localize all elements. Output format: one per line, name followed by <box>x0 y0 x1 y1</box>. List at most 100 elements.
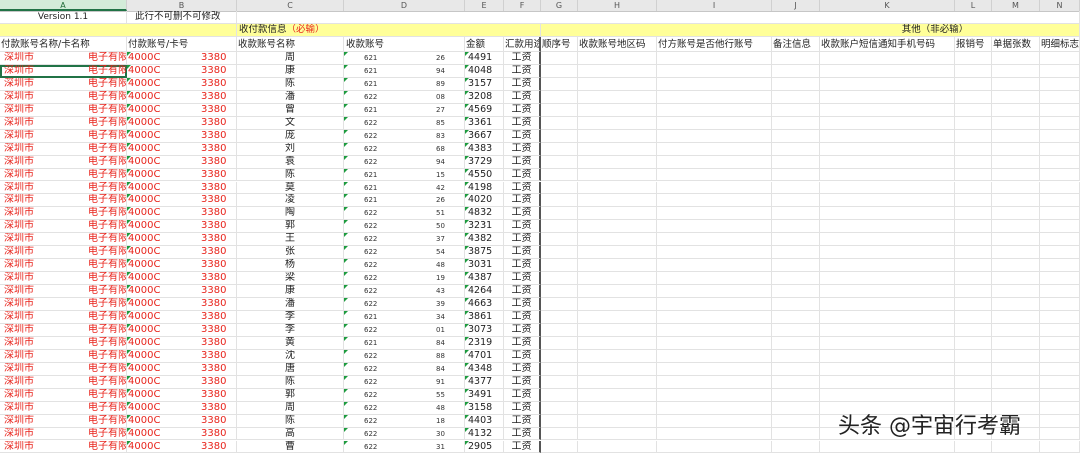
empty-cell-h[interactable] <box>578 220 657 234</box>
amount-cell[interactable]: 3208 <box>465 90 504 104</box>
empty-cell-l[interactable] <box>955 90 992 104</box>
empty-cell-j[interactable] <box>772 116 820 130</box>
payer-account-cell[interactable]: 4000C 3380 <box>127 52 237 65</box>
amount-cell[interactable]: 3231 <box>465 220 504 234</box>
empty-cell-n[interactable] <box>1040 155 1080 169</box>
empty-cell-m[interactable] <box>992 298 1040 311</box>
payer-name-cell[interactable]: 深圳市 电子有限 <box>0 64 127 78</box>
column-header-j[interactable]: J <box>772 0 820 11</box>
payee-account-cell[interactable]: 622 31 <box>344 440 465 453</box>
empty-cell-i[interactable] <box>657 323 772 337</box>
empty-cell-n[interactable] <box>1040 220 1080 234</box>
empty-cell-h[interactable] <box>578 155 657 169</box>
empty-cell-g[interactable] <box>541 246 578 260</box>
payee-name-cell[interactable]: 杨 <box>237 259 344 273</box>
column-header-c[interactable]: C <box>237 0 344 11</box>
field-header-g[interactable]: 顺序号 <box>541 37 578 52</box>
empty-cell-m[interactable] <box>992 168 1040 182</box>
purpose-cell[interactable]: 工资 <box>504 103 541 117</box>
empty-cell-n[interactable] <box>1040 207 1080 221</box>
empty-cell-g[interactable] <box>541 207 578 221</box>
empty-cell-n[interactable] <box>1040 336 1080 350</box>
column-header-b[interactable]: B <box>127 0 237 11</box>
empty-cell-k[interactable] <box>820 259 955 273</box>
payer-name-cell[interactable]: 深圳市 电子有限 <box>0 181 127 195</box>
empty-cell-j[interactable] <box>772 142 820 156</box>
amount-cell[interactable]: 4132 <box>465 427 504 441</box>
empty-cell-l[interactable] <box>955 77 992 91</box>
empty-cell-k[interactable] <box>820 77 955 91</box>
payee-name-cell[interactable]: 沈 <box>237 349 344 363</box>
empty-cell-n[interactable] <box>1040 90 1080 104</box>
empty-cell-l[interactable] <box>955 336 992 350</box>
empty-cell-m[interactable] <box>992 142 1040 156</box>
empty-cell-j[interactable] <box>772 103 820 117</box>
amount-cell[interactable]: 2319 <box>465 336 504 350</box>
empty-cell-g[interactable] <box>541 168 578 182</box>
payer-account-cell[interactable]: 4000C 3380 <box>127 233 237 247</box>
payer-account-cell[interactable]: 4000C 3380 <box>127 349 237 363</box>
purpose-cell[interactable]: 工资 <box>504 336 541 350</box>
payer-account-cell[interactable]: 4000C 3380 <box>127 336 237 350</box>
note-cell[interactable]: 此行不可删不可修改 <box>127 11 237 24</box>
empty-cell-j[interactable] <box>772 349 820 363</box>
empty-cell-l[interactable] <box>955 375 992 389</box>
amount-cell[interactable]: 4701 <box>465 349 504 363</box>
empty-cell-i[interactable] <box>657 64 772 78</box>
empty-cell-h[interactable] <box>578 116 657 130</box>
empty-cell-k[interactable] <box>820 207 955 221</box>
column-header-f[interactable]: F <box>504 0 541 11</box>
empty-cell-h[interactable] <box>578 90 657 104</box>
purpose-cell[interactable]: 工资 <box>504 349 541 363</box>
field-header-j[interactable]: 备注信息 <box>772 37 820 52</box>
amount-cell[interactable]: 3667 <box>465 129 504 143</box>
empty-cell-g[interactable] <box>541 401 578 415</box>
payee-name-cell[interactable]: 李 <box>237 311 344 324</box>
field-header-n[interactable]: 明细标志 <box>1040 37 1080 52</box>
payer-name-cell[interactable]: 深圳市 电子有限 <box>0 298 127 311</box>
empty-cell-j[interactable] <box>772 414 820 428</box>
payee-name-cell[interactable]: 高 <box>237 427 344 441</box>
empty-cell-k[interactable] <box>820 285 955 299</box>
payee-account-cell[interactable]: 621 42 <box>344 181 465 195</box>
empty-cell-i[interactable] <box>657 168 772 182</box>
empty-cell-i[interactable] <box>657 349 772 363</box>
empty-cell-j[interactable] <box>772 194 820 208</box>
empty-cell-h[interactable] <box>578 181 657 195</box>
empty-cell-n[interactable] <box>1040 116 1080 130</box>
purpose-cell[interactable]: 工资 <box>504 427 541 441</box>
payee-account-cell[interactable]: 621 27 <box>344 103 465 117</box>
payee-name-cell[interactable]: 周 <box>237 52 344 65</box>
amount-cell[interactable]: 2905 <box>465 440 504 453</box>
empty-cell-j[interactable] <box>772 298 820 311</box>
empty-cell-i[interactable] <box>657 427 772 441</box>
empty-cell-h[interactable] <box>578 375 657 389</box>
empty-cell-i[interactable] <box>657 194 772 208</box>
empty-cell-h[interactable] <box>578 64 657 78</box>
empty-cell-n[interactable] <box>1040 52 1080 65</box>
empty-cell-j[interactable] <box>772 155 820 169</box>
empty-cell-k[interactable] <box>820 233 955 247</box>
payer-account-cell[interactable]: 4000C 3380 <box>127 298 237 311</box>
empty-cell-h[interactable] <box>578 285 657 299</box>
empty-cell-m[interactable] <box>992 77 1040 91</box>
amount-cell[interactable]: 3158 <box>465 401 504 415</box>
empty-cell-l[interactable] <box>955 440 992 453</box>
empty-cell-j[interactable] <box>772 336 820 350</box>
empty-cell-h[interactable] <box>578 323 657 337</box>
amount-cell[interactable]: 3031 <box>465 259 504 273</box>
empty-cell-j[interactable] <box>772 77 820 91</box>
empty-cell-n[interactable] <box>1040 298 1080 311</box>
payee-name-cell[interactable]: 文 <box>237 116 344 130</box>
amount-cell[interactable]: 3073 <box>465 323 504 337</box>
empty-cell-i[interactable] <box>657 362 772 376</box>
field-header-k[interactable]: 收款账户短信通知手机号码 <box>820 37 955 52</box>
payee-account-cell[interactable]: 621 26 <box>344 194 465 208</box>
payee-account-cell[interactable]: 621 84 <box>344 336 465 350</box>
empty-cell-g[interactable] <box>541 220 578 234</box>
empty-cell-k[interactable] <box>820 129 955 143</box>
empty-cell-l[interactable] <box>955 311 992 324</box>
payer-account-cell[interactable]: 4000C 3380 <box>127 388 237 402</box>
empty-cell-i[interactable] <box>657 181 772 195</box>
empty-cell-m[interactable] <box>992 440 1040 453</box>
